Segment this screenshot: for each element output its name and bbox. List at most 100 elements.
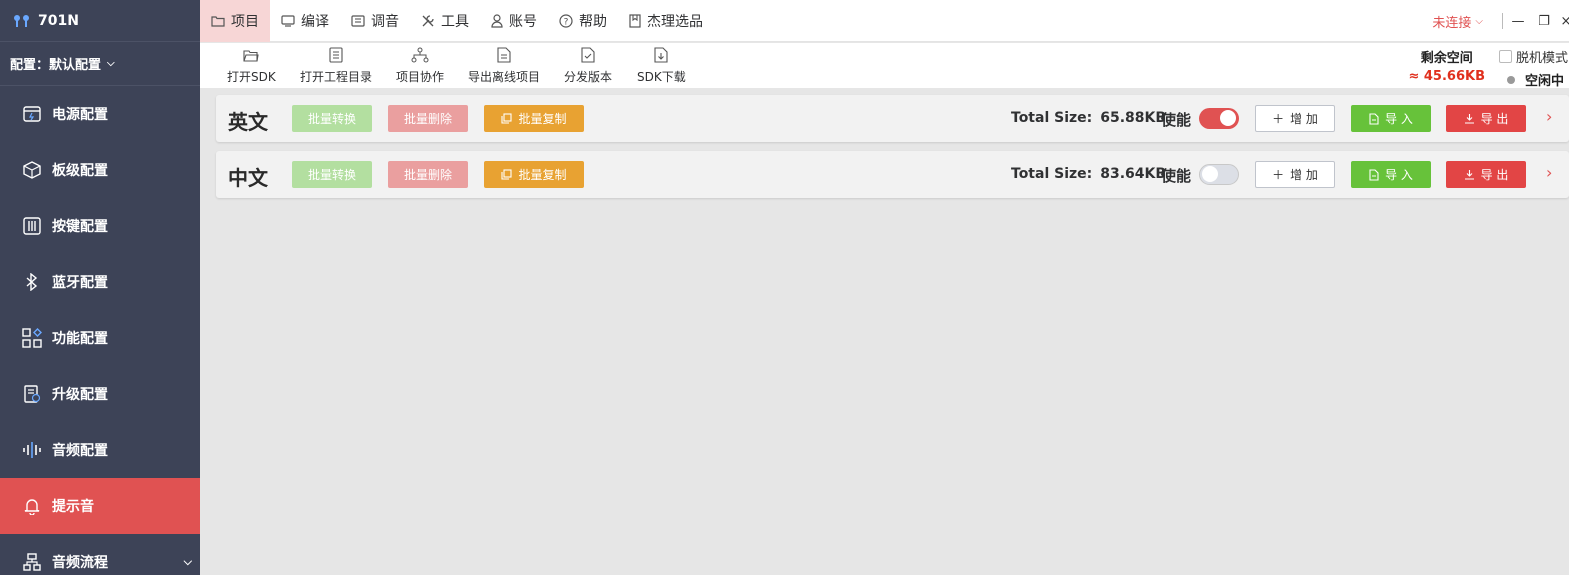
menu-account[interactable]: 账号: [480, 0, 548, 42]
menu-compile[interactable]: 编译: [270, 0, 340, 42]
download-file-icon: [654, 47, 668, 63]
menu-jl-products[interactable]: 杰理选品: [618, 0, 714, 42]
device-status: 空闲中: [1499, 70, 1569, 89]
collaboration-icon: [411, 47, 429, 63]
tool-label: 项目协作: [396, 70, 445, 84]
bookmark-icon: [629, 13, 641, 28]
connection-status[interactable]: 未连接 ⌵: [1432, 0, 1483, 42]
restore-icon[interactable]: ❐: [1533, 0, 1555, 42]
tool-label: 分发版本: [564, 70, 613, 84]
import-button[interactable]: 导 入: [1351, 161, 1431, 188]
tool-label: SDK下载: [637, 70, 686, 84]
chevron-right-icon[interactable]: ›: [1546, 107, 1552, 126]
open-project-dir-button[interactable]: 打开工程目录: [300, 46, 372, 85]
download-icon: [1464, 170, 1474, 180]
batch-copy-button[interactable]: 批量复制: [484, 105, 584, 132]
earbuds-icon: [14, 14, 29, 27]
minimize-icon[interactable]: —: [1507, 0, 1529, 42]
enable-switch[interactable]: [1199, 108, 1239, 129]
compile-icon: [281, 14, 295, 27]
sidebar-item-bluetooth[interactable]: 蓝牙配置: [0, 254, 200, 310]
menu-tools[interactable]: 工具: [410, 0, 480, 42]
folder-open-icon: [243, 50, 260, 62]
offline-mode-checkbox[interactable]: [1499, 50, 1512, 63]
language-title: 英文: [228, 110, 268, 134]
batch-convert-button[interactable]: 批量转换: [292, 105, 372, 132]
device-name: 701N: [38, 12, 79, 29]
import-file-icon: [1369, 168, 1379, 181]
sidebar-nav: 电源配置 板级配置 按键配置 蓝牙配置 功能配置 升级配置 音频配置 提示音 音…: [0, 86, 200, 575]
menu-label: 编译: [301, 13, 329, 30]
sidebar-item-audio[interactable]: 音频配置: [0, 422, 200, 478]
chevron-down-icon: ⌵: [1475, 15, 1483, 27]
total-size: Total Size: 65.88KB: [1011, 110, 1166, 126]
sidebar-item-label: 按键配置: [52, 219, 108, 235]
open-sdk-button[interactable]: 打开SDK: [227, 46, 276, 85]
config-label: 配置：默认配置: [10, 58, 102, 73]
distribute-icon: [581, 47, 595, 63]
flow-icon: [22, 552, 42, 572]
batch-copy-button[interactable]: 批量复制: [484, 161, 584, 188]
sidebar-item-upgrade[interactable]: 升级配置: [0, 366, 200, 422]
distribute-version-button[interactable]: 分发版本: [564, 46, 612, 85]
sidebar-item-label: 音频配置: [52, 443, 108, 459]
menu-tuning[interactable]: 调音: [340, 0, 410, 42]
svg-text:?: ?: [564, 17, 569, 27]
sidebar-item-board[interactable]: 板级配置: [0, 142, 200, 198]
close-icon[interactable]: ×: [1555, 0, 1569, 42]
config-selector[interactable]: 配置：默认配置 ⌵: [0, 42, 200, 86]
chevron-down-icon: ⌵: [107, 58, 115, 69]
user-icon: [491, 13, 503, 28]
import-label: 导 入: [1385, 168, 1413, 182]
sidebar-item-label: 电源配置: [52, 107, 108, 123]
batch-delete-button[interactable]: 批量删除: [388, 161, 468, 188]
switch-knob: [1220, 110, 1236, 126]
add-label: 增 加: [1290, 112, 1318, 126]
add-label: 增 加: [1290, 168, 1318, 182]
enable-switch[interactable]: [1199, 164, 1239, 185]
tool-label: 导出离线项目: [468, 70, 541, 84]
enable-label: 使能: [1161, 111, 1192, 129]
language-title: 中文: [228, 166, 268, 190]
menu-label: 帮助: [579, 13, 607, 30]
import-button[interactable]: 导 入: [1351, 105, 1431, 132]
offline-mode: 脱机模式 空闲中: [1499, 47, 1569, 89]
chevron-down-icon: ⌵: [183, 555, 192, 568]
project-collab-button[interactable]: 项目协作: [396, 46, 444, 85]
remaining-space-value: ≈ 45.66KB: [1408, 69, 1485, 84]
menu-label: 账号: [509, 13, 537, 30]
sidebar-item-label: 蓝牙配置: [52, 275, 108, 291]
import-label: 导 入: [1385, 112, 1413, 126]
copy-icon: [501, 113, 513, 124]
chevron-right-icon[interactable]: ›: [1546, 163, 1552, 182]
batch-delete-button[interactable]: 批量删除: [388, 105, 468, 132]
brand: 701N: [0, 0, 200, 42]
language-card-english: 英文 批量转换 批量删除 批量复制 Total Size: 65.88KB 使能 …: [216, 95, 1569, 142]
sidebar-item-prompt-tone[interactable]: 提示音: [0, 478, 200, 534]
add-button[interactable]: ＋ 增 加: [1255, 105, 1335, 132]
offline-mode-toggle[interactable]: 脱机模式: [1499, 47, 1569, 66]
export-button[interactable]: 导 出: [1446, 161, 1526, 188]
export-button[interactable]: 导 出: [1446, 105, 1526, 132]
sidebar-item-audio-flow[interactable]: 音频流程 ⌵: [0, 534, 200, 575]
remaining-space: 剩余空间 ≈ 45.66KB: [1408, 47, 1485, 84]
menu-project[interactable]: 项目: [200, 0, 270, 42]
status-dot-icon: [1507, 75, 1515, 84]
export-offline-button[interactable]: 导出离线项目: [468, 46, 540, 85]
tool-label: 打开工程目录: [300, 70, 373, 84]
sidebar-item-label: 提示音: [52, 499, 94, 515]
sidebar-item-label: 音频流程: [52, 555, 108, 571]
sidebar-item-function[interactable]: 功能配置: [0, 310, 200, 366]
sidebar-item-key[interactable]: 按键配置: [0, 198, 200, 254]
sidebar-item-power[interactable]: 电源配置: [0, 86, 200, 142]
sdk-download-button[interactable]: SDK下载: [637, 46, 686, 85]
batch-convert-button[interactable]: 批量转换: [292, 161, 372, 188]
menu-help[interactable]: ? 帮助: [548, 0, 618, 42]
sidebar-item-label: 功能配置: [52, 331, 108, 347]
remaining-space-title: 剩余空间: [1420, 51, 1473, 66]
add-button[interactable]: ＋ 增 加: [1255, 161, 1335, 188]
language-card-chinese: 中文 批量转换 批量删除 批量复制 Total Size: 83.64KB 使能 …: [216, 151, 1569, 198]
bell-icon: [22, 496, 42, 516]
menu-label: 项目: [231, 13, 259, 30]
board-config-icon: [22, 160, 42, 180]
